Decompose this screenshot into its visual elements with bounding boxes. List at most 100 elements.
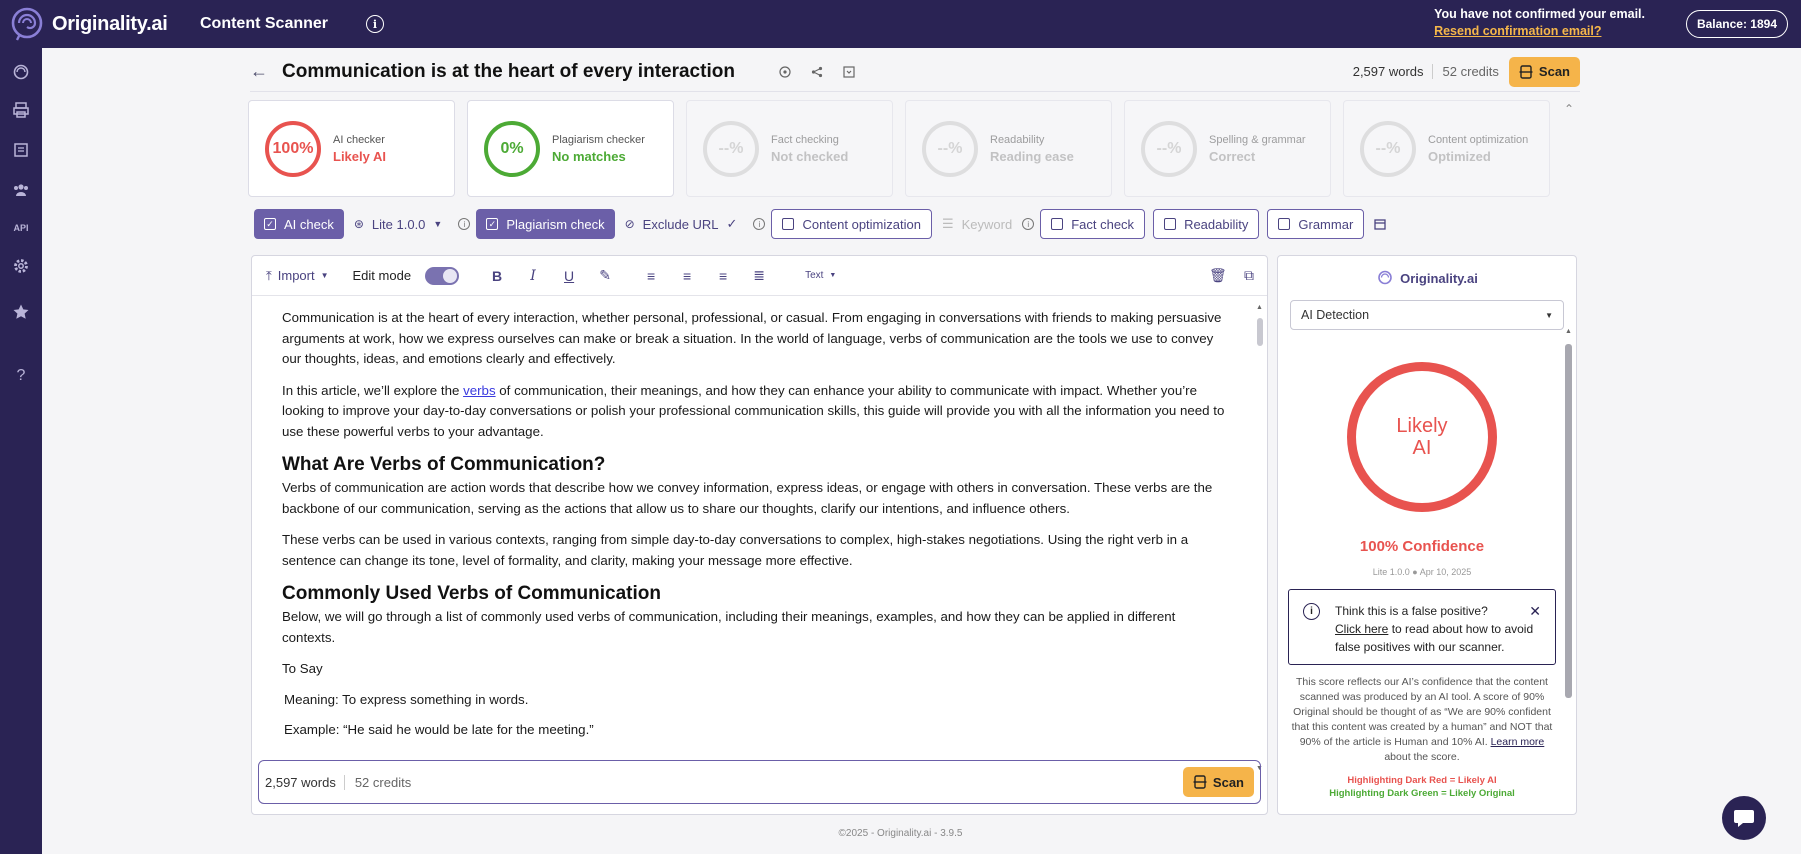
sidebar-api-icon[interactable]: API (11, 218, 31, 238)
editor-content[interactable]: Communication is at the heart of every i… (282, 308, 1227, 763)
version-text: Lite 1.0.0 (1372, 567, 1410, 577)
ai-checker-card[interactable]: 100% AI checker Likely AI (248, 100, 455, 197)
sidebar-help-icon[interactable]: ? (11, 366, 31, 386)
chat-support-button[interactable] (1722, 796, 1766, 840)
keyword-info-icon[interactable]: i (1022, 218, 1035, 230)
align-justify-icon[interactable]: ≣ (751, 267, 767, 284)
sidebar-scanner-icon[interactable] (11, 62, 31, 82)
grammar-toggle[interactable]: Grammar (1267, 209, 1365, 239)
scrollbar-thumb[interactable] (1565, 344, 1572, 698)
model-select[interactable]: ⊛ Lite 1.0.0 ▼ (344, 209, 452, 239)
scan-icon (1193, 775, 1207, 789)
score-cards: 100% AI checker Likely AI 0% Plagiarism c… (248, 100, 1550, 197)
footer-scan-button[interactable]: Scan (1182, 767, 1254, 797)
trash-icon[interactable]: 🗑 (1209, 267, 1227, 284)
back-arrow-icon[interactable]: ← (250, 61, 270, 82)
readability-toggle[interactable]: Readability (1153, 209, 1260, 239)
text-style-label: Text (805, 270, 824, 281)
edit-mode-switch[interactable]: Edit mode (352, 266, 460, 285)
import-label: Import (277, 268, 315, 283)
fact-check-toggle[interactable]: Fact check (1040, 209, 1146, 239)
fact-checking-card[interactable]: --% Fact checking Not checked (686, 100, 893, 197)
exclude-url-label: Exclude URL (642, 216, 719, 232)
paragraph-text: In this article, we’ll explore the (282, 382, 464, 398)
ring-label: Likely (1396, 415, 1448, 437)
resend-confirmation-link[interactable]: Resend confirmation email? (1434, 23, 1645, 40)
panel-brand-name: Originality.ai (1400, 270, 1478, 286)
toggle-switch[interactable] (425, 266, 460, 285)
content-optimization-toggle[interactable]: Content optimization (771, 209, 932, 239)
readability-card[interactable]: --% Readability Reading ease (905, 100, 1112, 197)
exclude-url-info-icon[interactable]: i (753, 218, 766, 230)
edit-mode-label: Edit mode (352, 268, 412, 283)
readability-score-ring: --% (922, 120, 978, 177)
sidebar-star-icon[interactable] (11, 302, 31, 322)
model-version: Lite 1.0.0 ● Apr 10, 2025 (1372, 567, 1472, 577)
list-item: Example: “He said he would be late for t… (282, 720, 1227, 741)
import-button[interactable]: ⤒ Import ▼ (266, 268, 329, 284)
detection-mode-value: AI Detection (1301, 308, 1370, 322)
sidebar-settings-icon[interactable] (11, 256, 31, 276)
ai-score-ring: 100% (265, 120, 321, 177)
card-label: Fact checking (771, 133, 839, 146)
spelling-grammar-card[interactable]: --% Spelling & grammar Correct (1124, 100, 1331, 197)
checkbox-empty-icon (1051, 218, 1064, 230)
learn-more-link[interactable]: Learn more (1491, 736, 1545, 748)
export-icon[interactable] (841, 64, 857, 80)
keyword-input[interactable]: ☰ Keyword (932, 209, 1022, 239)
card-result: Optimized (1428, 148, 1491, 164)
panel-scrollbar[interactable]: ▲ (1565, 328, 1573, 810)
highlight-pen-icon[interactable]: ✎ (597, 267, 613, 284)
section-heading: What Are Verbs of Communication? (282, 454, 606, 475)
sidebar-library-icon[interactable] (11, 140, 31, 160)
info-icon[interactable]: i (366, 15, 385, 33)
align-center-icon[interactable]: ≡ (679, 268, 695, 284)
scroll-up-icon[interactable]: ▲ (1256, 304, 1263, 311)
paragraph: These verbs can be used in various conte… (282, 532, 1189, 568)
plagiarism-check-toggle[interactable]: ✓ Plagiarism check (476, 209, 615, 239)
false-positive-link[interactable]: Click here (1335, 622, 1388, 636)
results-content: Likely AI 100% Confidence Lite 1.0.0 ● A… (1284, 340, 1560, 810)
card-label: Readability (990, 133, 1045, 146)
model-info-icon[interactable]: i (458, 218, 471, 230)
model-icon: ⊛ (353, 217, 364, 231)
close-icon[interactable]: ✕ (1529, 602, 1541, 620)
editor-scrollbar[interactable]: ▲ ▼ (1255, 304, 1265, 772)
bold-icon[interactable]: B (489, 268, 505, 284)
upload-icon: ⤒ (266, 267, 272, 283)
plagiarism-checker-card[interactable]: 0% Plagiarism checker No matches (467, 100, 674, 197)
scrollbar-thumb[interactable] (1257, 318, 1263, 346)
balance-badge[interactable]: Balance: 1894 (1685, 10, 1788, 38)
editor-toolbar: ⤒ Import ▼ Edit mode B I U ✎ ≡ ≡ ≡ ≣ Text ▼… (252, 256, 1267, 296)
word-count: 2,597 words (1353, 64, 1433, 79)
document-title[interactable]: Communication is at the heart of every i… (282, 61, 735, 83)
scan-button[interactable]: Scan (1508, 56, 1580, 87)
detection-mode-select[interactable]: AI Detection ▼ (1290, 300, 1564, 330)
app-name: Content Scanner (200, 15, 329, 32)
verbs-link[interactable]: verbs (463, 383, 496, 398)
ring-label: AI (1412, 437, 1432, 459)
list-item-text: To Say (282, 661, 323, 676)
collapse-cards-chevron-up-icon[interactable]: ⌃ (1564, 102, 1574, 116)
checkbox-checked-icon: ✓ (486, 218, 499, 230)
list-item-text: Example: “He said he would be late for t… (284, 722, 594, 737)
target-icon[interactable] (777, 64, 793, 80)
align-right-icon[interactable]: ≡ (715, 268, 731, 284)
sidebar-team-icon[interactable] (11, 180, 31, 200)
underline-icon[interactable]: U (561, 268, 577, 284)
align-left-icon[interactable]: ≡ (643, 268, 659, 284)
ai-check-toggle[interactable]: ✓ AI check (254, 209, 344, 239)
card-result: No matches (552, 148, 626, 164)
share-icon[interactable] (809, 64, 825, 80)
exclude-url-button[interactable]: ⊘ Exclude URL ✓ (615, 209, 748, 239)
plagiarism-check-label: Plagiarism check (506, 216, 605, 232)
text-style-select[interactable]: Text ▼ (805, 270, 836, 281)
calendar-icon[interactable] (1364, 209, 1396, 239)
sidebar: API ? (0, 48, 42, 854)
scroll-up-icon[interactable]: ▲ (1565, 328, 1572, 335)
sidebar-printer-icon[interactable] (11, 100, 31, 120)
copy-icon[interactable]: ⧉ (1241, 267, 1257, 284)
content-optimization-card[interactable]: --% Content optimization Optimized (1343, 100, 1550, 197)
brand-logo[interactable]: Originality.ai (8, 6, 178, 42)
italic-icon[interactable]: I (525, 268, 541, 284)
